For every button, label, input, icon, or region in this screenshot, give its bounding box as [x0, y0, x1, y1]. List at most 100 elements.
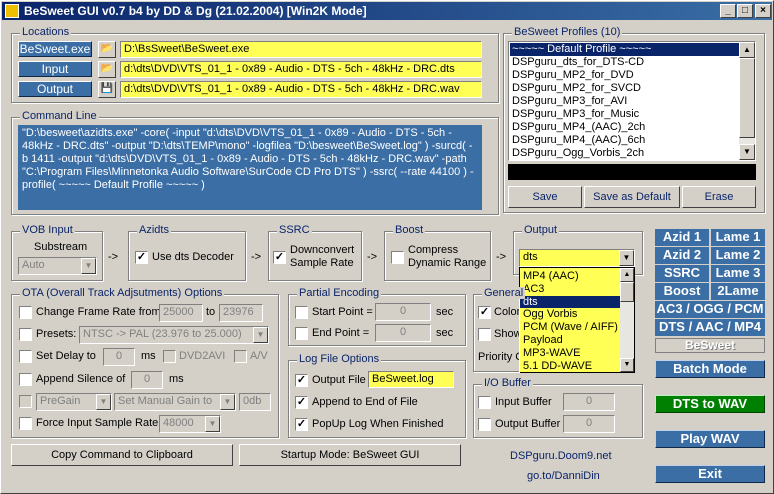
scroll-thumb[interactable]: [739, 58, 755, 138]
frame-rate-to-field[interactable]: 23976: [219, 304, 263, 322]
dannidin-link[interactable]: go.to/DanniDin: [527, 470, 600, 482]
use-dts-decoder-checkbox[interactable]: ✓: [135, 251, 148, 264]
ssrc-button[interactable]: SSRC: [655, 265, 709, 282]
sample-rate-select[interactable]: 48000 ▼: [159, 415, 221, 433]
minimize-button[interactable]: _: [720, 4, 736, 18]
input-button[interactable]: Input: [18, 61, 92, 77]
close-button[interactable]: ×: [755, 4, 771, 18]
end-point-field[interactable]: 0: [375, 324, 431, 342]
lame2-button[interactable]: Lame 2: [711, 247, 765, 264]
save-disk-icon[interactable]: 💾: [98, 81, 116, 98]
output-option[interactable]: dts: [520, 295, 620, 309]
title-bar[interactable]: BeSweet GUI v0.7 b4 by DD & Dg (21.02.20…: [2, 2, 772, 20]
change-frame-rate-checkbox[interactable]: [19, 306, 32, 319]
output-buffer-field[interactable]: 0: [563, 415, 615, 433]
start-point-checkbox[interactable]: [295, 306, 308, 319]
set-delay-checkbox[interactable]: [19, 350, 32, 363]
profiles-scrollbar[interactable]: ▲ ▼: [739, 42, 755, 160]
profile-item[interactable]: DSPguru_Ogg_Vorbis_2ch: [510, 147, 740, 160]
presets-select[interactable]: NTSC -> PAL (23.976 to 25.000) ▼: [79, 326, 269, 344]
start-point-field[interactable]: 0: [375, 303, 431, 321]
besweet-exe-path[interactable]: D:\BsSweet\BeSweet.exe: [120, 41, 482, 58]
profile-name-field[interactable]: [508, 164, 756, 180]
profile-item[interactable]: DSPguru_MP2_for_SVCD: [510, 82, 740, 95]
append-silence-checkbox[interactable]: [19, 373, 32, 386]
open-folder-icon[interactable]: 📂: [98, 61, 116, 78]
dspguru-link[interactable]: DSPguru.Doom9.net: [510, 450, 612, 462]
output-option[interactable]: PCM (Wave / AIFF): [520, 321, 620, 334]
besweet-exe-button[interactable]: BeSweet.exe: [18, 41, 92, 57]
output-option[interactable]: MP3-WAVE: [520, 347, 620, 360]
silence-field[interactable]: 0: [131, 371, 163, 389]
besweet-logo-button[interactable]: BeSweet: [655, 338, 765, 353]
output-option[interactable]: MP4 (AAC): [520, 270, 620, 283]
lame3-button[interactable]: Lame 3: [711, 265, 765, 282]
scroll-thumb[interactable]: [620, 282, 634, 302]
output-option[interactable]: AC3: [520, 283, 620, 296]
open-folder-icon[interactable]: 📂: [98, 41, 116, 58]
delay-field[interactable]: 0: [103, 348, 135, 366]
play-wav-button[interactable]: Play WAV: [655, 430, 765, 448]
scroll-up-icon[interactable]: ▲: [620, 268, 634, 282]
erase-profile-button[interactable]: Erase: [682, 186, 756, 208]
copy-command-button[interactable]: Copy Command to Clipboard: [11, 444, 233, 466]
force-sample-rate-checkbox[interactable]: [19, 417, 32, 430]
profile-item[interactable]: DSPguru_MP2_for_DVD: [510, 69, 740, 82]
save-profile-button[interactable]: Save: [508, 186, 582, 208]
log-file-field[interactable]: BeSweet.log: [368, 371, 454, 388]
command-line-text[interactable]: "D:\besweet\azidts.exe" -core( -input "d…: [18, 125, 482, 210]
append-log-checkbox[interactable]: ✓: [295, 396, 308, 409]
dvd2avi-checkbox[interactable]: [163, 350, 176, 363]
dts-aac-mp4-button[interactable]: DTS / AAC / MP4: [655, 319, 765, 336]
dropdown-scrollbar[interactable]: ▲ ▼: [620, 268, 634, 372]
batch-mode-button[interactable]: Batch Mode: [655, 360, 765, 378]
output-format-select[interactable]: dts ▼: [519, 249, 635, 267]
show-checkbox[interactable]: [478, 328, 491, 341]
popup-log-checkbox[interactable]: ✓: [295, 418, 308, 431]
boost-button[interactable]: Boost: [655, 283, 709, 300]
profile-item[interactable]: DSPguru_MP4_(AAC)_6ch: [510, 134, 740, 147]
output-format-dropdown[interactable]: MP4 (AAC) AC3 dts Ogg Vorbis PCM (Wave / AIF…: [519, 267, 635, 373]
compress-checkbox[interactable]: [391, 251, 404, 264]
save-default-button[interactable]: Save as Default: [584, 186, 680, 208]
azid1-button[interactable]: Azid 1: [655, 229, 709, 246]
profile-item[interactable]: DSPguru_MP3_for_Music: [510, 108, 740, 121]
profile-item[interactable]: DSPguru_MP3_for_AVI: [510, 95, 740, 108]
scroll-down-icon[interactable]: ▼: [739, 144, 755, 160]
profile-item[interactable]: ~~~~~ Default Profile ~~~~~: [510, 43, 740, 56]
output-option[interactable]: Ogg Vorbis: [520, 308, 620, 321]
output-option[interactable]: Payload: [520, 334, 620, 347]
output-buffer-checkbox[interactable]: [478, 418, 491, 431]
gain-mode-select[interactable]: Set Manual Gain to ▼: [114, 393, 236, 411]
exit-button[interactable]: Exit: [655, 465, 765, 483]
substream-select[interactable]: Auto ▼: [18, 257, 97, 275]
output-path[interactable]: d:\dts\DVD\VTS_01_1 - 0x89 - Audio - DTS…: [120, 81, 482, 98]
input-buffer-checkbox[interactable]: [478, 396, 491, 409]
output-option[interactable]: 5.1 DD-WAVE: [520, 360, 620, 373]
startup-mode-button[interactable]: Startup Mode: BeSweet GUI: [239, 444, 461, 466]
profile-item[interactable]: DSPguru_dts_for_DTS-CD: [510, 56, 740, 69]
downconvert-checkbox[interactable]: ✓: [273, 251, 286, 264]
scroll-up-icon[interactable]: ▲: [739, 42, 755, 58]
maximize-button[interactable]: □: [737, 4, 753, 18]
presets-checkbox[interactable]: [19, 328, 32, 341]
colors-checkbox[interactable]: ✓: [478, 306, 491, 319]
input-path[interactable]: d:\dts\DVD\VTS_01_1 - 0x89 - Audio - DTS…: [120, 61, 482, 78]
pregain-select[interactable]: PreGain ▼: [36, 393, 112, 411]
output-file-checkbox[interactable]: ✓: [295, 374, 308, 387]
pregain-checkbox[interactable]: [19, 395, 32, 408]
ac3-ogg-pcm-button[interactable]: AC3 / OGG / PCM: [655, 301, 765, 318]
gain-value-field[interactable]: 0db: [239, 393, 271, 411]
end-point-checkbox[interactable]: [295, 327, 308, 340]
lame1-button[interactable]: Lame 1: [711, 229, 765, 246]
azid2-button[interactable]: Azid 2: [655, 247, 709, 264]
profile-item[interactable]: DSPguru_MP4_(AAC)_2ch: [510, 121, 740, 134]
av-checkbox[interactable]: [234, 350, 247, 363]
profiles-list[interactable]: ~~~~~ Default Profile ~~~~~ DSPguru_dts_f…: [508, 41, 756, 161]
scroll-down-icon[interactable]: ▼: [620, 358, 634, 372]
2lame-button[interactable]: 2Lame: [711, 283, 765, 300]
frame-rate-from-field[interactable]: 25000: [159, 304, 203, 322]
input-buffer-field[interactable]: 0: [563, 393, 615, 411]
output-button[interactable]: Output: [18, 81, 92, 97]
chevron-down-icon[interactable]: ▼: [619, 250, 634, 266]
